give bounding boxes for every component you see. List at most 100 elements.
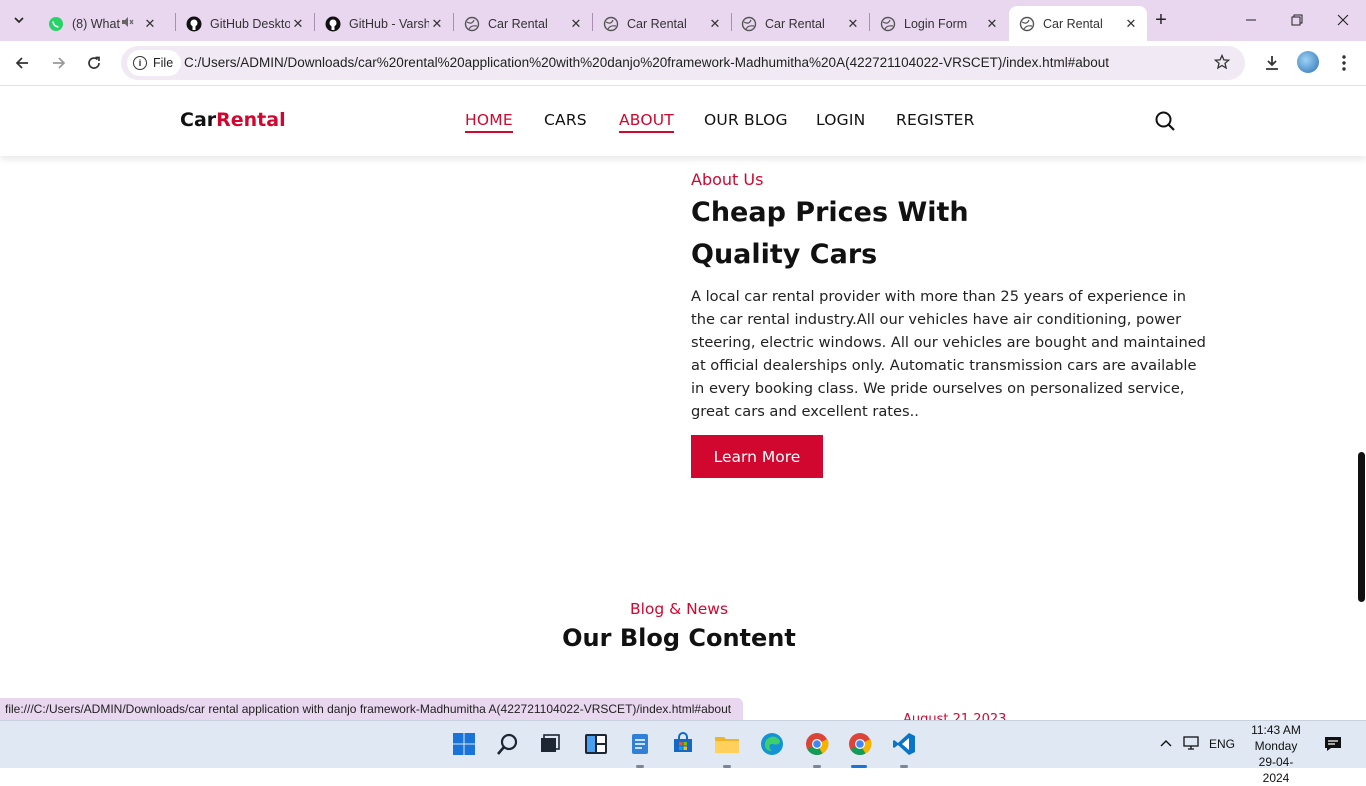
tab-search-button[interactable] — [6, 8, 32, 32]
notifications-icon[interactable] — [1324, 735, 1342, 756]
forward-button[interactable] — [45, 49, 73, 77]
globe-icon — [464, 16, 480, 32]
site-info-chip[interactable]: i File — [127, 50, 182, 76]
edge-icon[interactable] — [759, 731, 785, 757]
restore-button[interactable] — [1274, 0, 1320, 40]
page-scrollbar[interactable] — [1356, 87, 1366, 720]
task-view-icon[interactable] — [537, 731, 563, 757]
close-window-button[interactable] — [1320, 0, 1366, 40]
browser-menu-button[interactable] — [1330, 49, 1358, 77]
close-icon[interactable]: ✕ — [142, 16, 158, 32]
tab-title: GitHub - Varshini — [349, 16, 429, 31]
logo-text-car: Car — [180, 109, 217, 131]
nav-home[interactable]: HOME — [465, 111, 513, 133]
close-icon[interactable]: ✕ — [707, 16, 723, 32]
back-button[interactable] — [8, 49, 36, 77]
tab-title: (8) WhatsApp — [72, 16, 120, 31]
file-explorer-icon[interactable] — [714, 731, 740, 757]
widgets-icon[interactable] — [583, 731, 609, 757]
close-icon[interactable]: ✕ — [290, 16, 306, 32]
site-header: CarRental HOME CARS ABOUT OUR BLOG LOGIN… — [0, 87, 1366, 156]
link-status-bar: file:///C:/Users/ADMIN/Downloads/car ren… — [0, 698, 743, 720]
close-icon[interactable]: ✕ — [429, 16, 445, 32]
tab-car-rental[interactable]: Car Rental ✕ — [593, 6, 731, 41]
browser-toolbar: i File C:/Users/ADMIN/Downloads/car%20re… — [0, 41, 1366, 86]
reload-button[interactable] — [80, 49, 108, 77]
logo-text-rental: Rental — [216, 109, 286, 131]
tab-car-rental[interactable]: Car Rental ✕ — [454, 6, 592, 41]
nav-login[interactable]: LOGIN — [816, 111, 865, 129]
nav-about[interactable]: ABOUT — [619, 111, 674, 133]
globe-icon — [603, 16, 619, 32]
minimize-button[interactable] — [1228, 0, 1274, 40]
globe-icon — [1019, 16, 1035, 32]
tab-title: GitHub Desktop — [210, 16, 290, 31]
tab-login-form[interactable]: Login Form ✕ — [870, 6, 1008, 41]
tab-whatsapp[interactable]: (8) WhatsApp ✕ — [38, 6, 176, 41]
windows-start-icon[interactable] — [451, 731, 477, 757]
profile-avatar[interactable] — [1297, 51, 1319, 73]
chrome-icon[interactable] — [804, 731, 830, 757]
close-icon[interactable]: ✕ — [984, 16, 1000, 32]
about-title: Cheap Prices With Quality Cars — [691, 197, 969, 270]
clock-time: 11:43 AM — [1251, 723, 1301, 737]
close-icon — [1337, 14, 1349, 26]
learn-more-button[interactable]: Learn More — [691, 435, 823, 478]
tab-title: Car Rental — [1043, 16, 1103, 31]
nav-our-blog[interactable]: OUR BLOG — [704, 111, 788, 129]
github-icon — [186, 16, 202, 32]
tab-car-rental-active[interactable]: Car Rental ✕ — [1009, 6, 1147, 41]
search-icon[interactable] — [1154, 110, 1176, 132]
address-bar[interactable]: i File C:/Users/ADMIN/Downloads/car%20re… — [121, 46, 1245, 80]
clock-date: 29-04-2024 — [1258, 755, 1294, 785]
tab-title: Car Rental — [765, 16, 825, 31]
tab-strip: (8) WhatsApp ✕ GitHub Desktop ✕ GitHub -… — [0, 0, 1366, 41]
reload-icon — [88, 56, 100, 69]
search-icon[interactable] — [495, 731, 521, 757]
nav-cars[interactable]: CARS — [544, 111, 587, 129]
site-logo[interactable]: CarRental — [180, 109, 286, 131]
arrow-left-icon — [15, 57, 28, 69]
tab-title: Car Rental — [627, 16, 687, 31]
nav-register[interactable]: REGISTER — [896, 111, 975, 129]
new-tab-button[interactable]: + — [1148, 8, 1174, 32]
blog-subtitle: Blog & News — [629, 600, 729, 618]
tab-github-repo[interactable]: GitHub - Varshini ✕ — [315, 6, 453, 41]
tab-title: Car Rental — [488, 16, 548, 31]
microsoft-store-icon[interactable] — [670, 731, 696, 757]
info-icon: i — [133, 56, 147, 70]
whatsapp-icon — [48, 16, 64, 32]
globe-icon — [880, 16, 896, 32]
windows-taskbar: ENG 11:43 AM Monday 29-04-2024 — [0, 720, 1366, 785]
arrow-right-icon — [53, 57, 66, 69]
blog-post-date: August 21 2023 — [903, 713, 1006, 720]
url-text[interactable]: C:/Users/ADMIN/Downloads/car%20rental%20… — [184, 46, 1109, 80]
download-icon — [1266, 56, 1278, 70]
bookmark-star-icon[interactable] — [1213, 53, 1231, 72]
tab-car-rental[interactable]: Car Rental ✕ — [731, 6, 869, 41]
more-vertical-icon — [1342, 55, 1346, 71]
downloads-button[interactable] — [1258, 49, 1286, 77]
globe-icon — [741, 16, 757, 32]
system-clock[interactable]: 11:43 AM Monday 29-04-2024 — [1246, 721, 1306, 786]
tab-github-desktop[interactable]: GitHub Desktop ✕ — [176, 6, 314, 41]
tab-title: Login Form — [904, 16, 968, 31]
scrollbar-thumb[interactable] — [1358, 452, 1365, 602]
chrome-active-icon[interactable] — [847, 731, 873, 757]
chevron-up-icon[interactable] — [1159, 737, 1173, 754]
notepad-icon[interactable] — [627, 731, 653, 757]
minimize-icon — [1246, 19, 1256, 21]
close-icon[interactable]: ✕ — [845, 16, 861, 32]
close-icon[interactable]: ✕ — [1123, 16, 1139, 32]
github-icon — [325, 16, 341, 32]
clock-day: Monday — [1254, 739, 1298, 753]
restore-icon — [1291, 14, 1303, 26]
network-icon[interactable] — [1183, 735, 1201, 754]
chevron-down-icon — [14, 17, 24, 24]
vscode-icon[interactable] — [891, 731, 917, 757]
speaker-muted-icon[interactable] — [120, 15, 136, 32]
language-indicator[interactable]: ENG — [1209, 737, 1235, 751]
about-subtitle: About Us — [691, 170, 764, 189]
close-icon[interactable]: ✕ — [568, 16, 584, 32]
scheme-label: File — [153, 56, 174, 70]
